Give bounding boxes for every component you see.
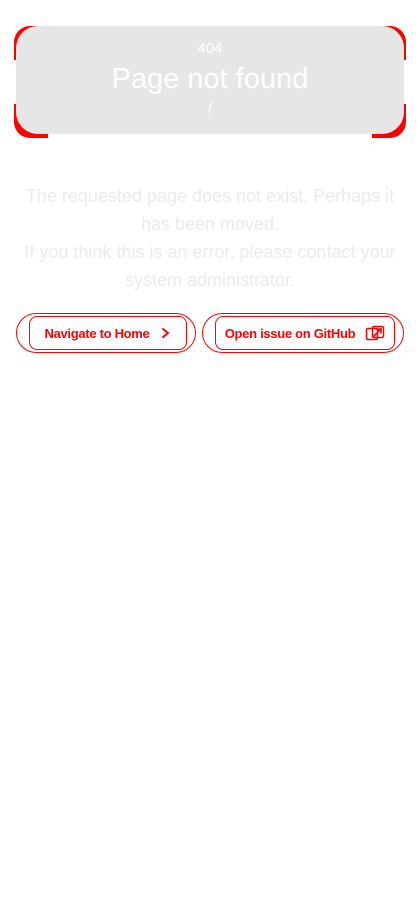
chevron-right-icon [161, 328, 169, 338]
error-header: 404 Page not found / [14, 26, 406, 138]
external-link-icon [366, 325, 385, 341]
requested-path: / [207, 100, 213, 117]
open-issue-button[interactable]: Open issue on GitHub [202, 313, 404, 353]
navigate-home-label: Navigate to Home [44, 325, 150, 341]
error-card: 404 Page not found / [16, 26, 404, 134]
error-code: 404 [197, 40, 223, 57]
open-issue-button-body[interactable]: Open issue on GitHub [215, 316, 395, 350]
message-line-contact: If you think this is an error, please co… [24, 242, 396, 290]
message-line-moved: The requested page does not exist. Perha… [25, 186, 395, 234]
open-issue-label: Open issue on GitHub [224, 325, 356, 341]
page-title: Page not found [111, 63, 309, 95]
error-message: The requested page does not exist. Perha… [20, 182, 400, 294]
navigate-home-button[interactable]: Navigate to Home [16, 313, 196, 353]
navigate-home-button-body[interactable]: Navigate to Home [29, 316, 187, 350]
